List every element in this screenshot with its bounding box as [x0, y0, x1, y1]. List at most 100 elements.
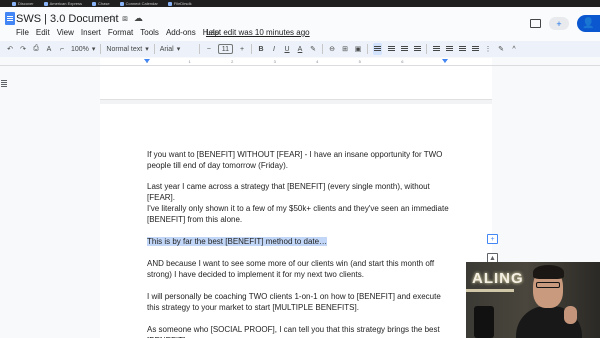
toolbar-divider: [426, 44, 428, 54]
undo-icon[interactable]: ↶: [6, 43, 14, 55]
microphone-icon: [474, 306, 494, 338]
editing-mode-icon[interactable]: ✎: [497, 43, 505, 55]
numbered-list-glyph: [471, 46, 479, 52]
decrease-font-size-button[interactable]: −: [205, 43, 213, 55]
menu-add-ons[interactable]: Add-ons: [166, 28, 196, 37]
bookmarks-bar: Discover American Express Chase Connect …: [0, 0, 600, 7]
font-size-input[interactable]: 11: [217, 44, 234, 54]
bookmark-label: Chase: [98, 1, 110, 6]
ruler-number: 5: [358, 59, 361, 64]
insert-image-icon[interactable]: ▣: [354, 43, 362, 55]
print-icon[interactable]: ⎙: [32, 43, 40, 55]
cloud-status-icon[interactable]: ☁: [134, 13, 143, 24]
paragraph-2[interactable]: Last year I came across a strategy that …: [147, 181, 453, 203]
google-docs-window: Discover American Express Chase Connect …: [0, 0, 600, 338]
ruler-number: 1: [188, 59, 191, 64]
paragraph-style-value: Normal text: [106, 45, 143, 53]
text-color-button[interactable]: A: [296, 43, 304, 55]
insert-link-icon[interactable]: ⊖: [328, 43, 336, 55]
document-outline-icon[interactable]: [1, 80, 7, 87]
paragraph-7[interactable]: As someone who [SOCIAL PROOF], I can tel…: [147, 324, 453, 338]
font-select[interactable]: Arial ▾: [160, 45, 194, 54]
zoom-select[interactable]: 100% ▾: [71, 45, 96, 54]
italic-button[interactable]: I: [270, 43, 278, 55]
selected-text[interactable]: This is by far the best [BENEFIT] method…: [147, 237, 328, 246]
toolbar-divider: [367, 44, 369, 54]
align-left-icon: [374, 46, 382, 52]
chevron-down-icon: ▾: [91, 46, 96, 53]
presenter-hand: [564, 306, 577, 324]
zoom-value: 100%: [71, 45, 89, 53]
align-center-icon: [387, 46, 395, 52]
align-center-button[interactable]: [387, 43, 395, 55]
left-indent-marker-icon[interactable]: [144, 59, 150, 63]
docs-header: SWS | 3.0 Document ☆ ⧈ ☁ File Edit View …: [0, 7, 600, 41]
presenter-hair: [533, 265, 564, 279]
spellcheck-icon[interactable]: A: [45, 43, 53, 55]
align-right-button[interactable]: [400, 43, 408, 55]
increase-font-size-button[interactable]: +: [238, 43, 246, 55]
presenter-glasses: [536, 282, 560, 288]
bold-button[interactable]: B: [257, 43, 265, 55]
bookmark-chase[interactable]: Chase: [92, 0, 110, 7]
paint-format-icon[interactable]: ⌐: [58, 43, 66, 55]
menu-format[interactable]: Format: [108, 28, 133, 37]
line-spacing-icon[interactable]: [432, 43, 440, 55]
menu-file[interactable]: File: [16, 28, 29, 37]
bookmark-label: American Express: [49, 1, 83, 6]
ruler-number: 3: [273, 59, 276, 64]
meet-button[interactable]: +: [549, 17, 569, 30]
menu-tools[interactable]: Tools: [140, 28, 159, 37]
menu-view[interactable]: View: [57, 28, 74, 37]
bookmark-label: FileDirsdk: [173, 1, 192, 6]
bookmark-filedirsdk[interactable]: FileDirsdk: [167, 0, 192, 7]
menu-edit[interactable]: Edit: [36, 28, 50, 37]
bulleted-list-icon[interactable]: [458, 43, 466, 55]
previous-page: [100, 66, 492, 100]
paragraph-style-select[interactable]: Normal text ▾: [106, 45, 149, 54]
formatting-toolbar: ↶ ↷ ⎙ A ⌐ 100% ▾ Normal text ▾ Arial ▾ − 11…: [0, 41, 600, 57]
bookmark-american-express[interactable]: American Express: [43, 0, 83, 7]
last-edit-link[interactable]: Last edit was 10 minutes ago: [206, 28, 310, 37]
toolbar-divider: [322, 44, 324, 54]
collapse-menus-icon[interactable]: ^: [510, 43, 518, 55]
add-comment-icon[interactable]: ⊞: [341, 43, 349, 55]
redo-icon[interactable]: ↷: [19, 43, 27, 55]
add-comment-floating-button[interactable]: +: [487, 234, 498, 244]
highlight-color-icon[interactable]: ✎: [309, 43, 317, 55]
chevron-down-icon: ▾: [145, 46, 149, 53]
ruler-number: 4: [316, 59, 319, 64]
menu-insert[interactable]: Insert: [81, 28, 101, 37]
comment-history-icon[interactable]: [530, 19, 541, 28]
align-justify-button[interactable]: [413, 43, 421, 55]
docs-logo-icon[interactable]: [5, 12, 15, 25]
share-button[interactable]: 👤: [577, 15, 600, 32]
more-options-icon[interactable]: ⋮: [484, 43, 492, 55]
checklist-icon[interactable]: [445, 43, 453, 55]
toolbar-divider: [100, 44, 102, 54]
align-left-button[interactable]: [373, 43, 383, 55]
align-right-icon: [400, 46, 408, 52]
bookmark-icon: [119, 1, 124, 6]
paragraph-5[interactable]: AND because I want to see some more of o…: [147, 258, 453, 280]
numbered-list-icon[interactable]: [471, 43, 479, 55]
paragraph-1[interactable]: If you want to [BENEFIT] WITHOUT [FEAR] …: [147, 149, 453, 171]
toolbar-divider: [251, 44, 253, 54]
right-indent-marker-icon[interactable]: [442, 59, 448, 63]
header-right-actions: + 👤: [530, 15, 600, 32]
paragraph-4-selected[interactable]: This is by far the best [BENEFIT] method…: [147, 236, 453, 247]
star-icon[interactable]: ☆: [108, 13, 116, 24]
paragraph-3[interactable]: I've literally only shown it to a few of…: [147, 203, 453, 225]
title-actions: ☆ ⧈ ☁: [108, 13, 143, 24]
bookmark-connect-calendar[interactable]: Connect Calendar: [119, 0, 158, 7]
horizontal-ruler: 1 1 2 3 4 5 6 7: [0, 57, 600, 66]
move-folder-icon[interactable]: ⧈: [122, 13, 128, 24]
bookmark-discover[interactable]: Discover: [12, 0, 34, 7]
bookmark-icon: [167, 1, 172, 6]
document-title[interactable]: SWS | 3.0 Document: [16, 13, 119, 25]
paragraph-6[interactable]: I will personally be coaching TWO client…: [147, 291, 453, 313]
chevron-down-icon: ▾: [176, 46, 181, 53]
bookmark-icon: [12, 1, 16, 6]
webcam-overlay: ALING: [466, 262, 600, 338]
underline-button[interactable]: U: [283, 43, 291, 55]
